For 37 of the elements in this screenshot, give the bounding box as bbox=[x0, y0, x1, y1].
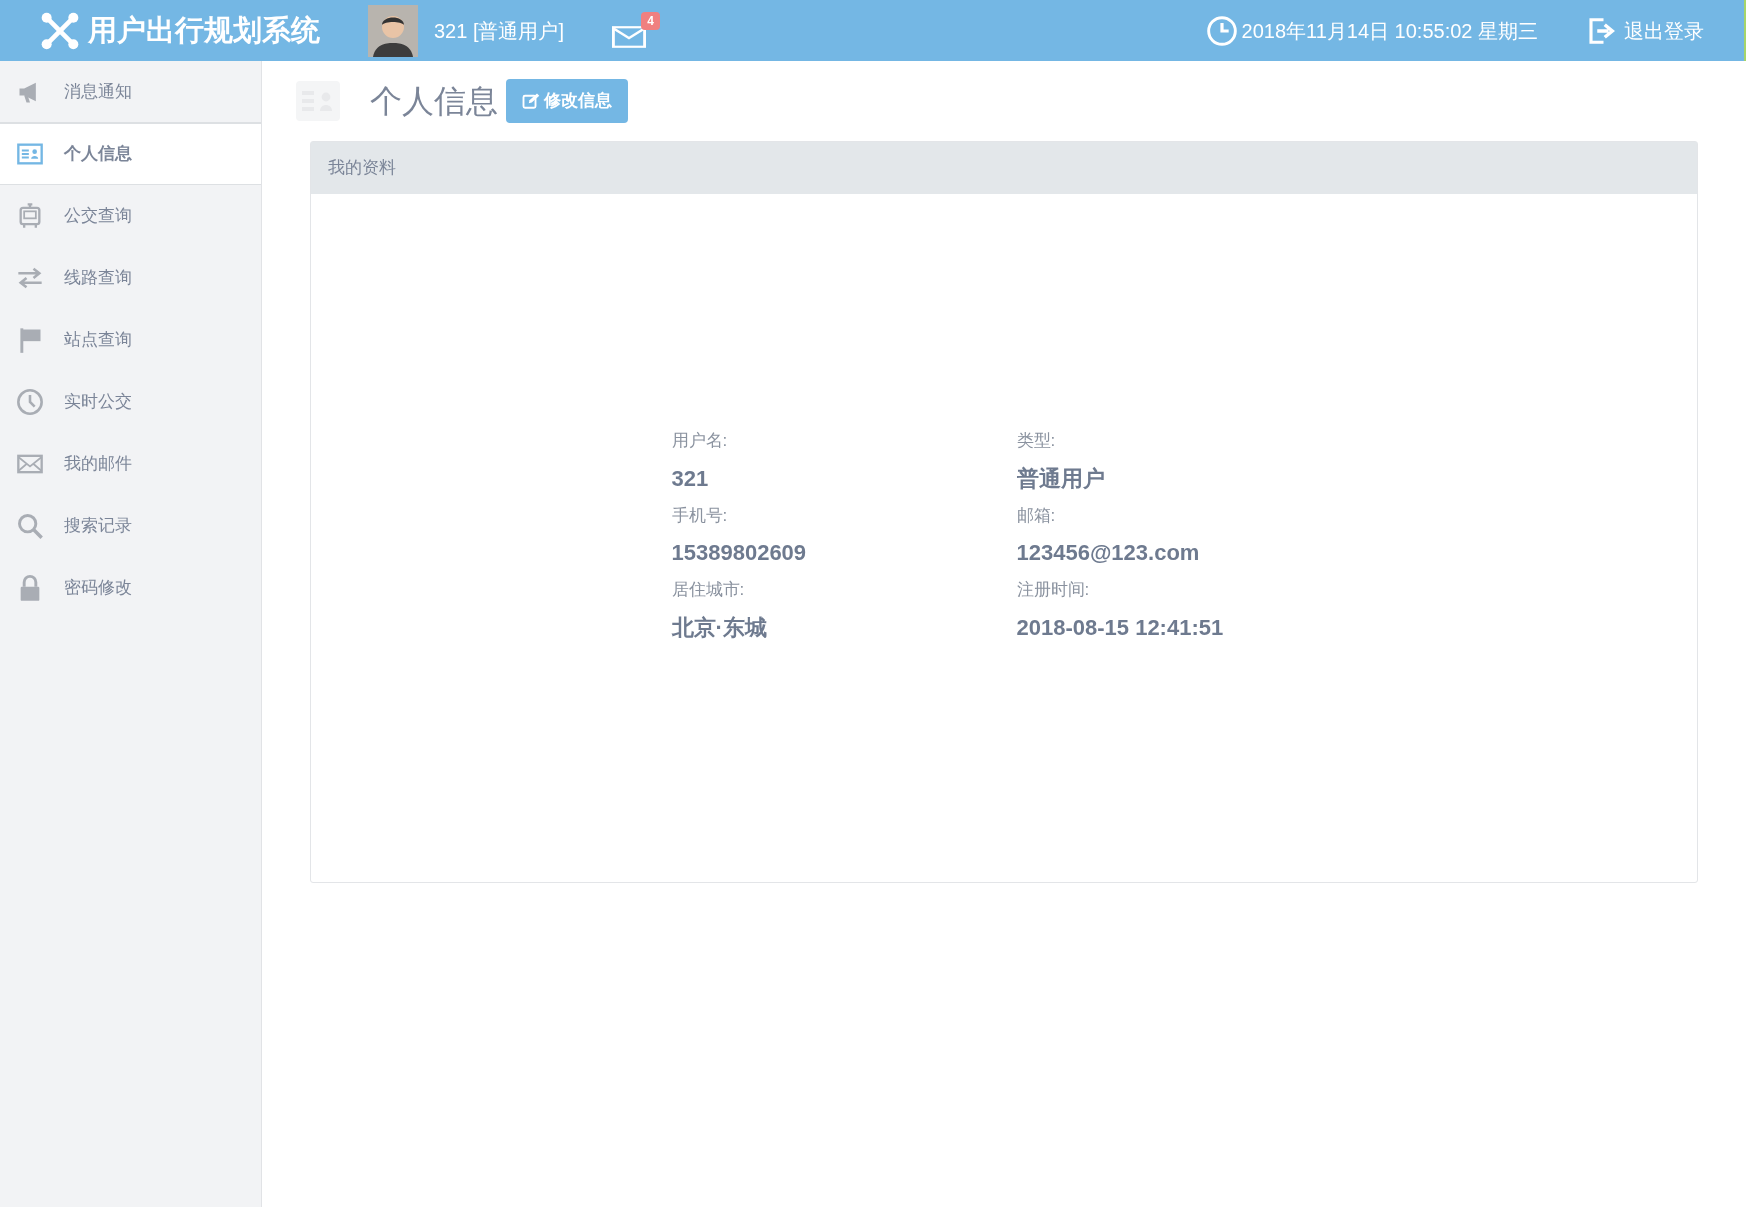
sidebar-item[interactable]: 公交查询 bbox=[0, 185, 261, 247]
field-label: 居住城市: bbox=[671, 579, 746, 602]
field-label: 用户名: bbox=[671, 430, 729, 453]
field-value: 123456@123.com bbox=[1016, 539, 1201, 568]
sidebar-item[interactable]: 站点查询 bbox=[0, 309, 261, 371]
field-label: 类型: bbox=[1016, 430, 1057, 453]
app-title: 用户出行规划系统 bbox=[88, 12, 320, 48]
logo-icon bbox=[40, 10, 80, 51]
field-label: 邮箱: bbox=[1016, 504, 1057, 527]
sidebar-item[interactable]: 线路查询 bbox=[0, 247, 261, 309]
sidebar-item[interactable]: 我的邮件 bbox=[0, 433, 261, 495]
user-name: 321 [普通用户] bbox=[434, 18, 565, 44]
unread-count-badge: 4 bbox=[641, 11, 661, 30]
field-value: 2018-08-15 12:41:51 bbox=[1016, 613, 1225, 642]
mail-button[interactable]: 4 bbox=[612, 11, 661, 50]
edit-button[interactable]: 修改信息 bbox=[506, 79, 628, 123]
search-icon bbox=[16, 512, 44, 540]
edit-icon bbox=[522, 92, 540, 110]
field-label: 手机号: bbox=[671, 504, 729, 527]
sidebar-item[interactable]: 个人信息 bbox=[0, 123, 261, 185]
sidebar-item[interactable]: 搜索记录 bbox=[0, 495, 261, 557]
field-value: 普通用户 bbox=[1016, 464, 1106, 493]
logout-link[interactable]: 退出登录 bbox=[1586, 15, 1704, 46]
field-value: 15389802609 bbox=[671, 539, 808, 568]
page-title: 个人信息 bbox=[370, 82, 498, 121]
logout-icon bbox=[1586, 15, 1616, 46]
avatar-silhouette bbox=[368, 4, 418, 57]
date-time: 2018年11月14日 10:55:02 星期三 bbox=[1241, 18, 1538, 44]
clock-icon bbox=[1205, 14, 1238, 47]
field-value: 北京·东城 bbox=[671, 613, 768, 642]
clock-icon bbox=[16, 388, 44, 416]
field-label: 注册时间: bbox=[1016, 579, 1091, 602]
field-value: 321 bbox=[671, 464, 710, 493]
sidebar-item[interactable]: 密码修改 bbox=[0, 557, 261, 619]
envelope-icon bbox=[612, 23, 647, 50]
card-header: 我的资料 bbox=[311, 142, 1697, 194]
sidebar-item[interactable]: 实时公交 bbox=[0, 371, 261, 433]
